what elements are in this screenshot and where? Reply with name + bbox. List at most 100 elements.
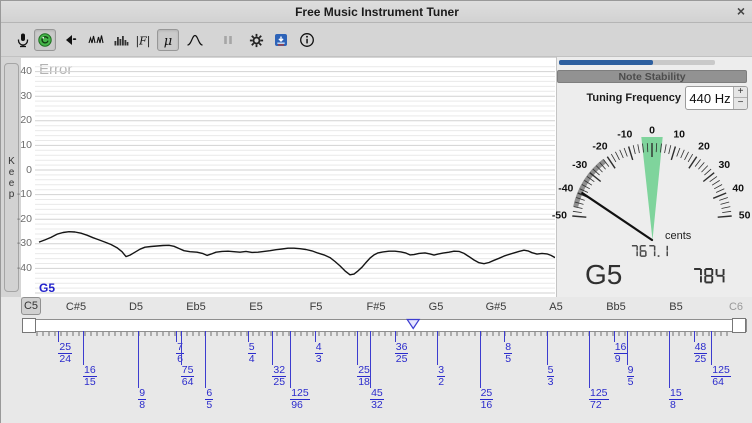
cents-unit-label: cents (665, 230, 691, 242)
ratio-denominator: 5 (504, 354, 512, 365)
save-icon (273, 32, 289, 48)
ratio-denominator: 72 (589, 400, 609, 411)
ratio-125-72: 12572 (589, 331, 609, 411)
svg-text:20: 20 (698, 140, 710, 152)
ratio-denominator: 5 (627, 377, 635, 388)
note-label-d5: D5 (129, 301, 143, 313)
svg-text:-50: -50 (552, 209, 567, 221)
svg-text:30: 30 (718, 159, 730, 171)
histogram-icon (113, 32, 129, 48)
note-label-e5: E5 (249, 301, 262, 313)
settings-button[interactable] (245, 29, 267, 51)
gear-icon (248, 32, 265, 49)
ratio-4-3: 43 (315, 331, 323, 365)
tuning-frequency-value[interactable]: 440 Hz (686, 87, 734, 109)
error-graph-note-label: G5 (39, 281, 55, 295)
y-axis-tick-label: 20 (11, 114, 32, 126)
ratio-32-25: 3225 (272, 331, 286, 388)
svg-text:-30: -30 (572, 159, 587, 171)
error-graph-plot (35, 58, 555, 297)
tuning-frequency-spinbox[interactable]: 440 Hz + − (685, 86, 748, 110)
ratio-line (711, 331, 712, 365)
note-label-bb5: Bb5 (606, 301, 626, 313)
save-button[interactable] (270, 29, 292, 51)
ratio-25-24: 2524 (58, 331, 72, 365)
ratio-line (480, 331, 481, 388)
pause-button (217, 29, 239, 51)
note-label-g#5: G#5 (486, 301, 507, 313)
audio-output-button[interactable] (59, 29, 81, 51)
ratio-15-8: 158 (669, 331, 683, 411)
ratio-line (83, 331, 84, 365)
tuning-decrease-button[interactable]: − (733, 98, 747, 109)
ratio-denominator: 25 (395, 354, 409, 365)
note-stability-bar: Note Stability (557, 70, 747, 83)
y-axis-tick-label: -20 (11, 213, 32, 225)
ratio-line (290, 331, 291, 388)
waveform-view-button[interactable] (85, 29, 107, 51)
ratio-36-25: 3625 (395, 331, 409, 365)
ratio-5-4: 54 (248, 331, 256, 365)
svg-text:|F|: |F| (135, 35, 150, 49)
note-label-f5: F5 (310, 301, 323, 313)
cents-gauge: -50-40-30-20-1001020304050 (557, 109, 752, 249)
bell-curve-icon (186, 32, 204, 48)
ratio-line (205, 331, 206, 388)
note-label-a5: A5 (549, 301, 562, 313)
ratio-125-64: 12564 (711, 331, 731, 388)
ratio-denominator: 64 (711, 377, 731, 388)
ratio-3-2: 32 (437, 331, 445, 388)
ratio-line (272, 331, 273, 365)
microtonal-view-button[interactable]: μ (157, 29, 179, 51)
y-axis-tick-label: 30 (11, 90, 32, 102)
ratio-denominator: 25 (272, 377, 286, 388)
detected-frequency-display (631, 245, 670, 258)
ratio-line (181, 331, 182, 365)
tuning-frequency-label: Tuning Frequency (557, 92, 681, 104)
note-stability-label: Note Stability (618, 71, 685, 83)
svg-text:-10: -10 (617, 129, 632, 141)
ratio-25-16: 2516 (480, 331, 494, 411)
ratio-6-5: 65 (205, 331, 213, 411)
title-bar[interactable]: Free Music Instrument Tuner × (1, 1, 752, 23)
close-button[interactable]: × (737, 3, 745, 19)
ratio-denominator: 16 (480, 400, 494, 411)
about-button[interactable] (296, 29, 318, 51)
fft-view-button[interactable]: |F| (132, 29, 154, 51)
y-axis-tick-label: 40 (11, 65, 32, 77)
note-label-c#5: C#5 (66, 301, 86, 313)
y-axis-tick-label: 10 (11, 139, 32, 151)
ratio-denominator: 5 (205, 400, 213, 411)
target-frequency-display (693, 268, 727, 285)
note-label-b5: B5 (669, 301, 682, 313)
svg-text:-40: -40 (558, 183, 573, 195)
ratio-line (589, 331, 590, 388)
ratio-denominator: 2 (437, 377, 445, 388)
note-label-f#5: F#5 (367, 301, 386, 313)
waveform-icon (88, 32, 104, 48)
ratio-line (357, 331, 358, 365)
ratio-25-18: 2518 (357, 331, 371, 388)
ratio-denominator: 8 (669, 400, 683, 411)
note-label-c6: C6 (729, 301, 743, 313)
pitch-marker (407, 320, 419, 329)
ratio-45-32: 4532 (370, 331, 384, 411)
mu-icon: μ (160, 32, 176, 48)
svg-text:50: 50 (739, 209, 751, 221)
ratio-denominator: 18 (357, 377, 371, 388)
microphone-button[interactable] (12, 29, 34, 51)
y-axis-tick-label: -30 (11, 237, 32, 249)
detected-note-readout: G5 (585, 259, 622, 291)
ratio-denominator: 96 (290, 400, 310, 411)
ratio-denominator: 24 (58, 354, 72, 365)
tuner-logo-button[interactable] (34, 29, 56, 51)
ratio-line (669, 331, 670, 388)
info-icon (299, 32, 315, 48)
statistics-view-button[interactable] (184, 29, 206, 51)
ratio-denominator: 25 (694, 354, 708, 365)
ratio-denominator: 64 (181, 377, 195, 388)
svg-text:0: 0 (649, 125, 655, 137)
ratio-16-15: 1615 (83, 331, 97, 388)
histogram-view-button[interactable] (110, 29, 132, 51)
level-meter-fill (559, 60, 653, 65)
